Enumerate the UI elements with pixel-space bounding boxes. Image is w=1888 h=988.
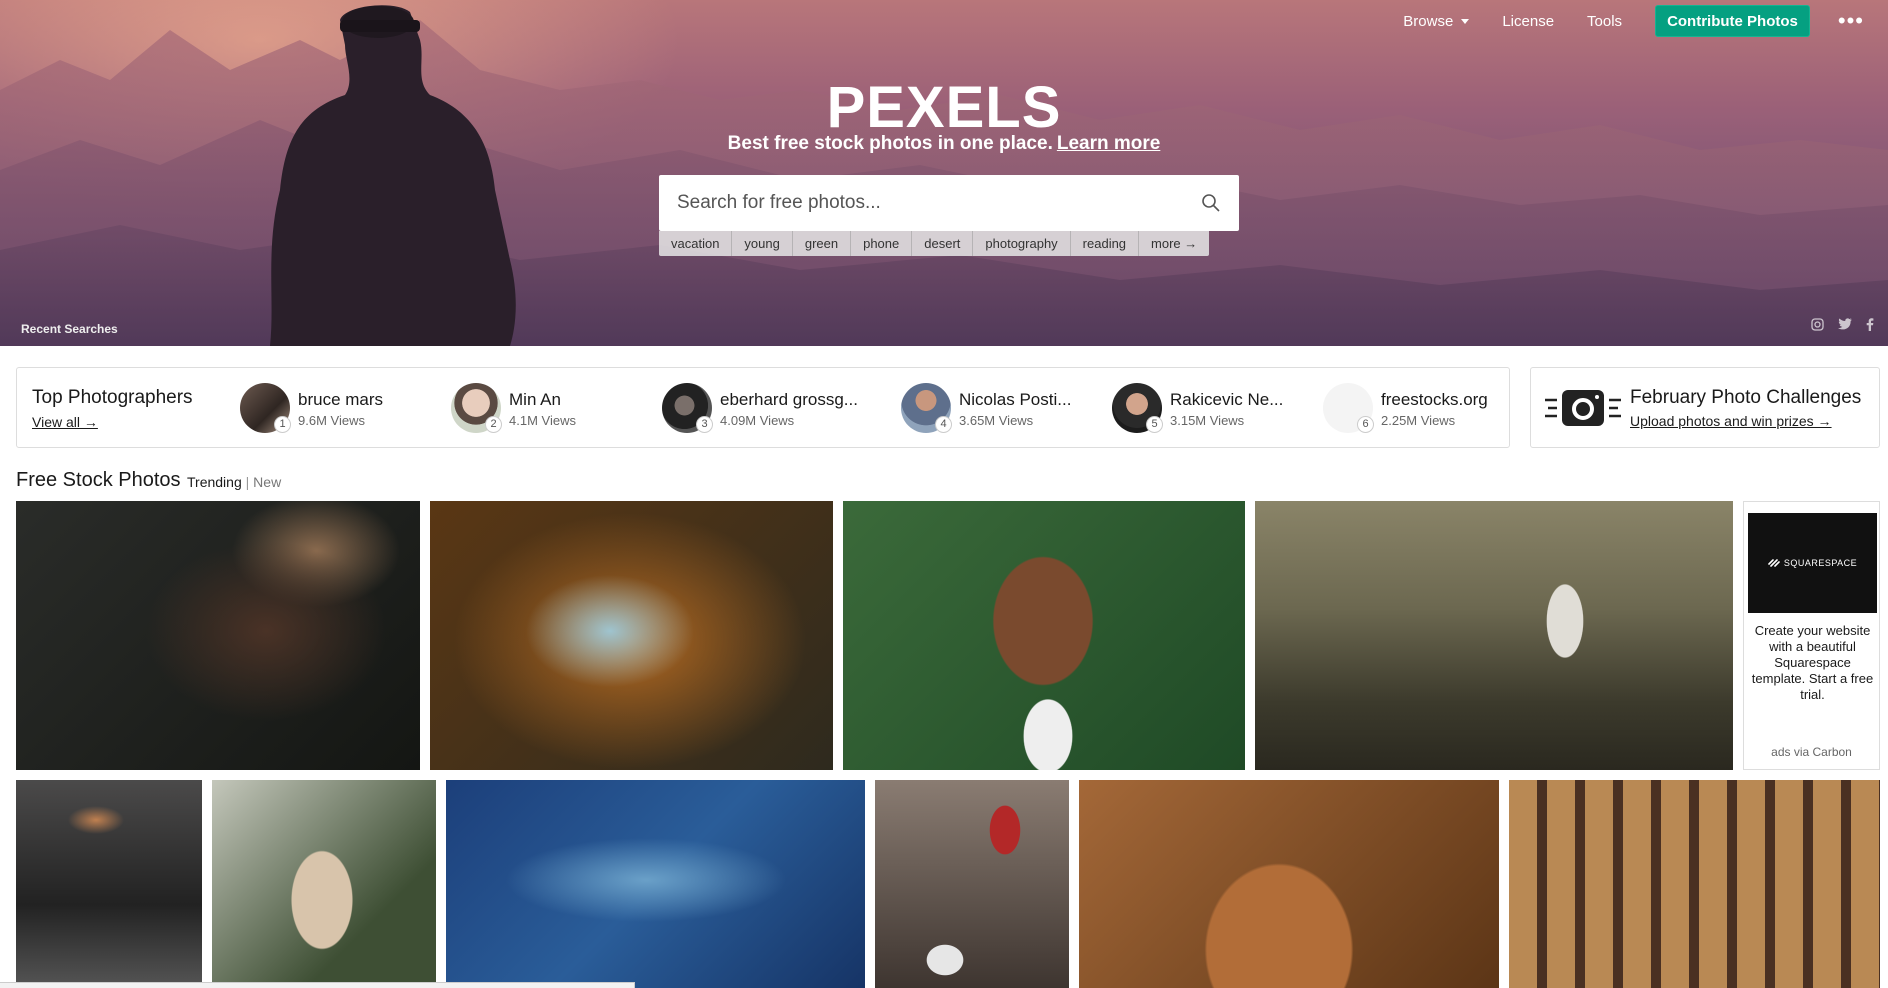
learn-more-link[interactable]: Learn more	[1057, 133, 1160, 154]
tagline-text: Best free stock photos in one place.	[727, 133, 1053, 154]
photo-party-baby[interactable]	[875, 780, 1069, 988]
photographer-name: Rakicevic Ne...	[1170, 390, 1284, 409]
instagram-icon[interactable]	[1811, 318, 1824, 331]
social-links	[1811, 318, 1874, 331]
chevron-down-icon	[1461, 18, 1470, 24]
photo-building-facade[interactable]	[1509, 780, 1880, 988]
hero-banner: Browse License Tools Contribute Photos •…	[0, 0, 1888, 346]
search-input[interactable]	[659, 192, 1159, 214]
tag-desert[interactable]: desert	[912, 231, 974, 256]
photographer-name: freestocks.org	[1381, 390, 1488, 409]
photographer-views: 4.1M Views	[509, 413, 576, 428]
nav-browse[interactable]: Browse	[1403, 12, 1470, 30]
tab-new[interactable]: New	[253, 474, 281, 490]
rank-badge: 3	[696, 416, 713, 433]
photo-young-woman[interactable]	[212, 780, 436, 988]
rank-badge: 4	[935, 416, 952, 433]
photographer-views: 3.15M Views	[1170, 413, 1245, 428]
top-photographers-panel: Top Photographers View all → 1 bruce mar…	[16, 367, 1510, 448]
rank-badge: 5	[1146, 416, 1163, 433]
squarespace-logo-icon	[1768, 559, 1780, 567]
tab-trending[interactable]: Trending	[187, 474, 242, 490]
contribute-photos-button[interactable]: Contribute Photos	[1655, 5, 1810, 37]
photographer-views: 9.6M Views	[298, 413, 365, 428]
photographer-item[interactable]: 5 Rakicevic Ne... 3.15M Views	[1112, 383, 1312, 435]
view-all-link[interactable]: View all →	[32, 414, 98, 430]
photographer-views: 4.09M Views	[720, 413, 795, 428]
pexels-logo[interactable]: PEXELS	[0, 74, 1888, 141]
nav-browse-label: Browse	[1403, 12, 1454, 30]
photo-autumn-trees[interactable]	[430, 501, 833, 770]
photographer-views: 2.25M Views	[1381, 413, 1456, 428]
browser-status-bar	[0, 982, 635, 988]
rank-badge: 1	[274, 416, 291, 433]
tab-separator: |	[245, 474, 250, 490]
nav-tools[interactable]: Tools	[1587, 13, 1622, 30]
more-menu-icon[interactable]: •••	[1838, 10, 1864, 32]
photographer-name: Min An	[509, 390, 561, 409]
ad-brand: SQUARESPACE	[1783, 558, 1858, 568]
photographer-name: eberhard grossg...	[720, 390, 858, 409]
hero-background-image	[0, 5, 1888, 346]
hero-tagline: Best free stock photos in one place. Lear…	[0, 133, 1888, 155]
recent-searches-label[interactable]: Recent Searches	[21, 322, 118, 336]
photographer-item[interactable]: 1 bruce mars 9.6M Views	[240, 383, 410, 435]
photographer-item[interactable]: 6 freestocks.org 2.25M Views	[1323, 383, 1503, 435]
photographer-item[interactable]: 2 Min An 4.1M Views	[451, 383, 621, 435]
tag-photography[interactable]: photography	[973, 231, 1071, 256]
photo-challenge-panel[interactable]: February Photo Challenges Upload photos …	[1530, 367, 1880, 448]
photographer-name: bruce mars	[298, 390, 384, 409]
photo-girl-on-swing[interactable]	[1255, 501, 1733, 770]
photo-coffee-beans[interactable]	[16, 501, 420, 770]
ad-image[interactable]: SQUARESPACE	[1748, 513, 1877, 613]
carbon-ad: SQUARESPACE Create your website with a b…	[1743, 501, 1880, 770]
tag-reading[interactable]: reading	[1071, 231, 1140, 256]
tag-phone[interactable]: phone	[851, 231, 913, 256]
top-photographers-title: Top Photographers	[32, 387, 193, 408]
ad-text[interactable]: Create your website with a beautiful Squ…	[1749, 623, 1876, 703]
twitter-icon[interactable]	[1838, 318, 1852, 330]
feed-tabs: Trending | New	[187, 474, 281, 490]
rank-badge: 6	[1357, 416, 1374, 433]
photo-deer[interactable]	[1079, 780, 1499, 988]
nav-license[interactable]: License	[1502, 13, 1554, 30]
photographer-item[interactable]: 3 eberhard grossg... 4.09M Views	[662, 383, 862, 435]
rank-badge: 2	[485, 416, 502, 433]
facebook-icon[interactable]	[1866, 318, 1874, 331]
photo-wet-street-shoes[interactable]	[16, 780, 202, 988]
camera-icon	[1545, 390, 1621, 426]
search-tags: vacation young green phone desert photog…	[659, 231, 1210, 256]
ad-via-link[interactable]: ads via Carbon	[1744, 745, 1879, 759]
tag-vacation[interactable]: vacation	[659, 231, 733, 256]
top-nav: Browse License Tools Contribute Photos •…	[1403, 0, 1888, 42]
tag-green[interactable]: green	[793, 231, 852, 256]
photographer-views: 3.65M Views	[959, 413, 1034, 428]
photo-aerial-landscape[interactable]	[446, 780, 865, 988]
tag-young[interactable]: young	[732, 231, 793, 256]
feed-title: Free Stock Photos	[16, 469, 181, 491]
challenge-link[interactable]: Upload photos and win prizes →	[1630, 413, 1832, 429]
search-icon[interactable]	[1201, 193, 1221, 213]
photographer-item[interactable]: 4 Nicolas Posti... 3.65M Views	[901, 383, 1101, 435]
search-bar	[659, 175, 1239, 231]
tag-more[interactable]: more →	[1139, 231, 1209, 256]
challenge-title: February Photo Challenges	[1630, 387, 1862, 408]
photographer-name: Nicolas Posti...	[959, 390, 1072, 409]
photo-boxer-dog[interactable]	[843, 501, 1245, 770]
